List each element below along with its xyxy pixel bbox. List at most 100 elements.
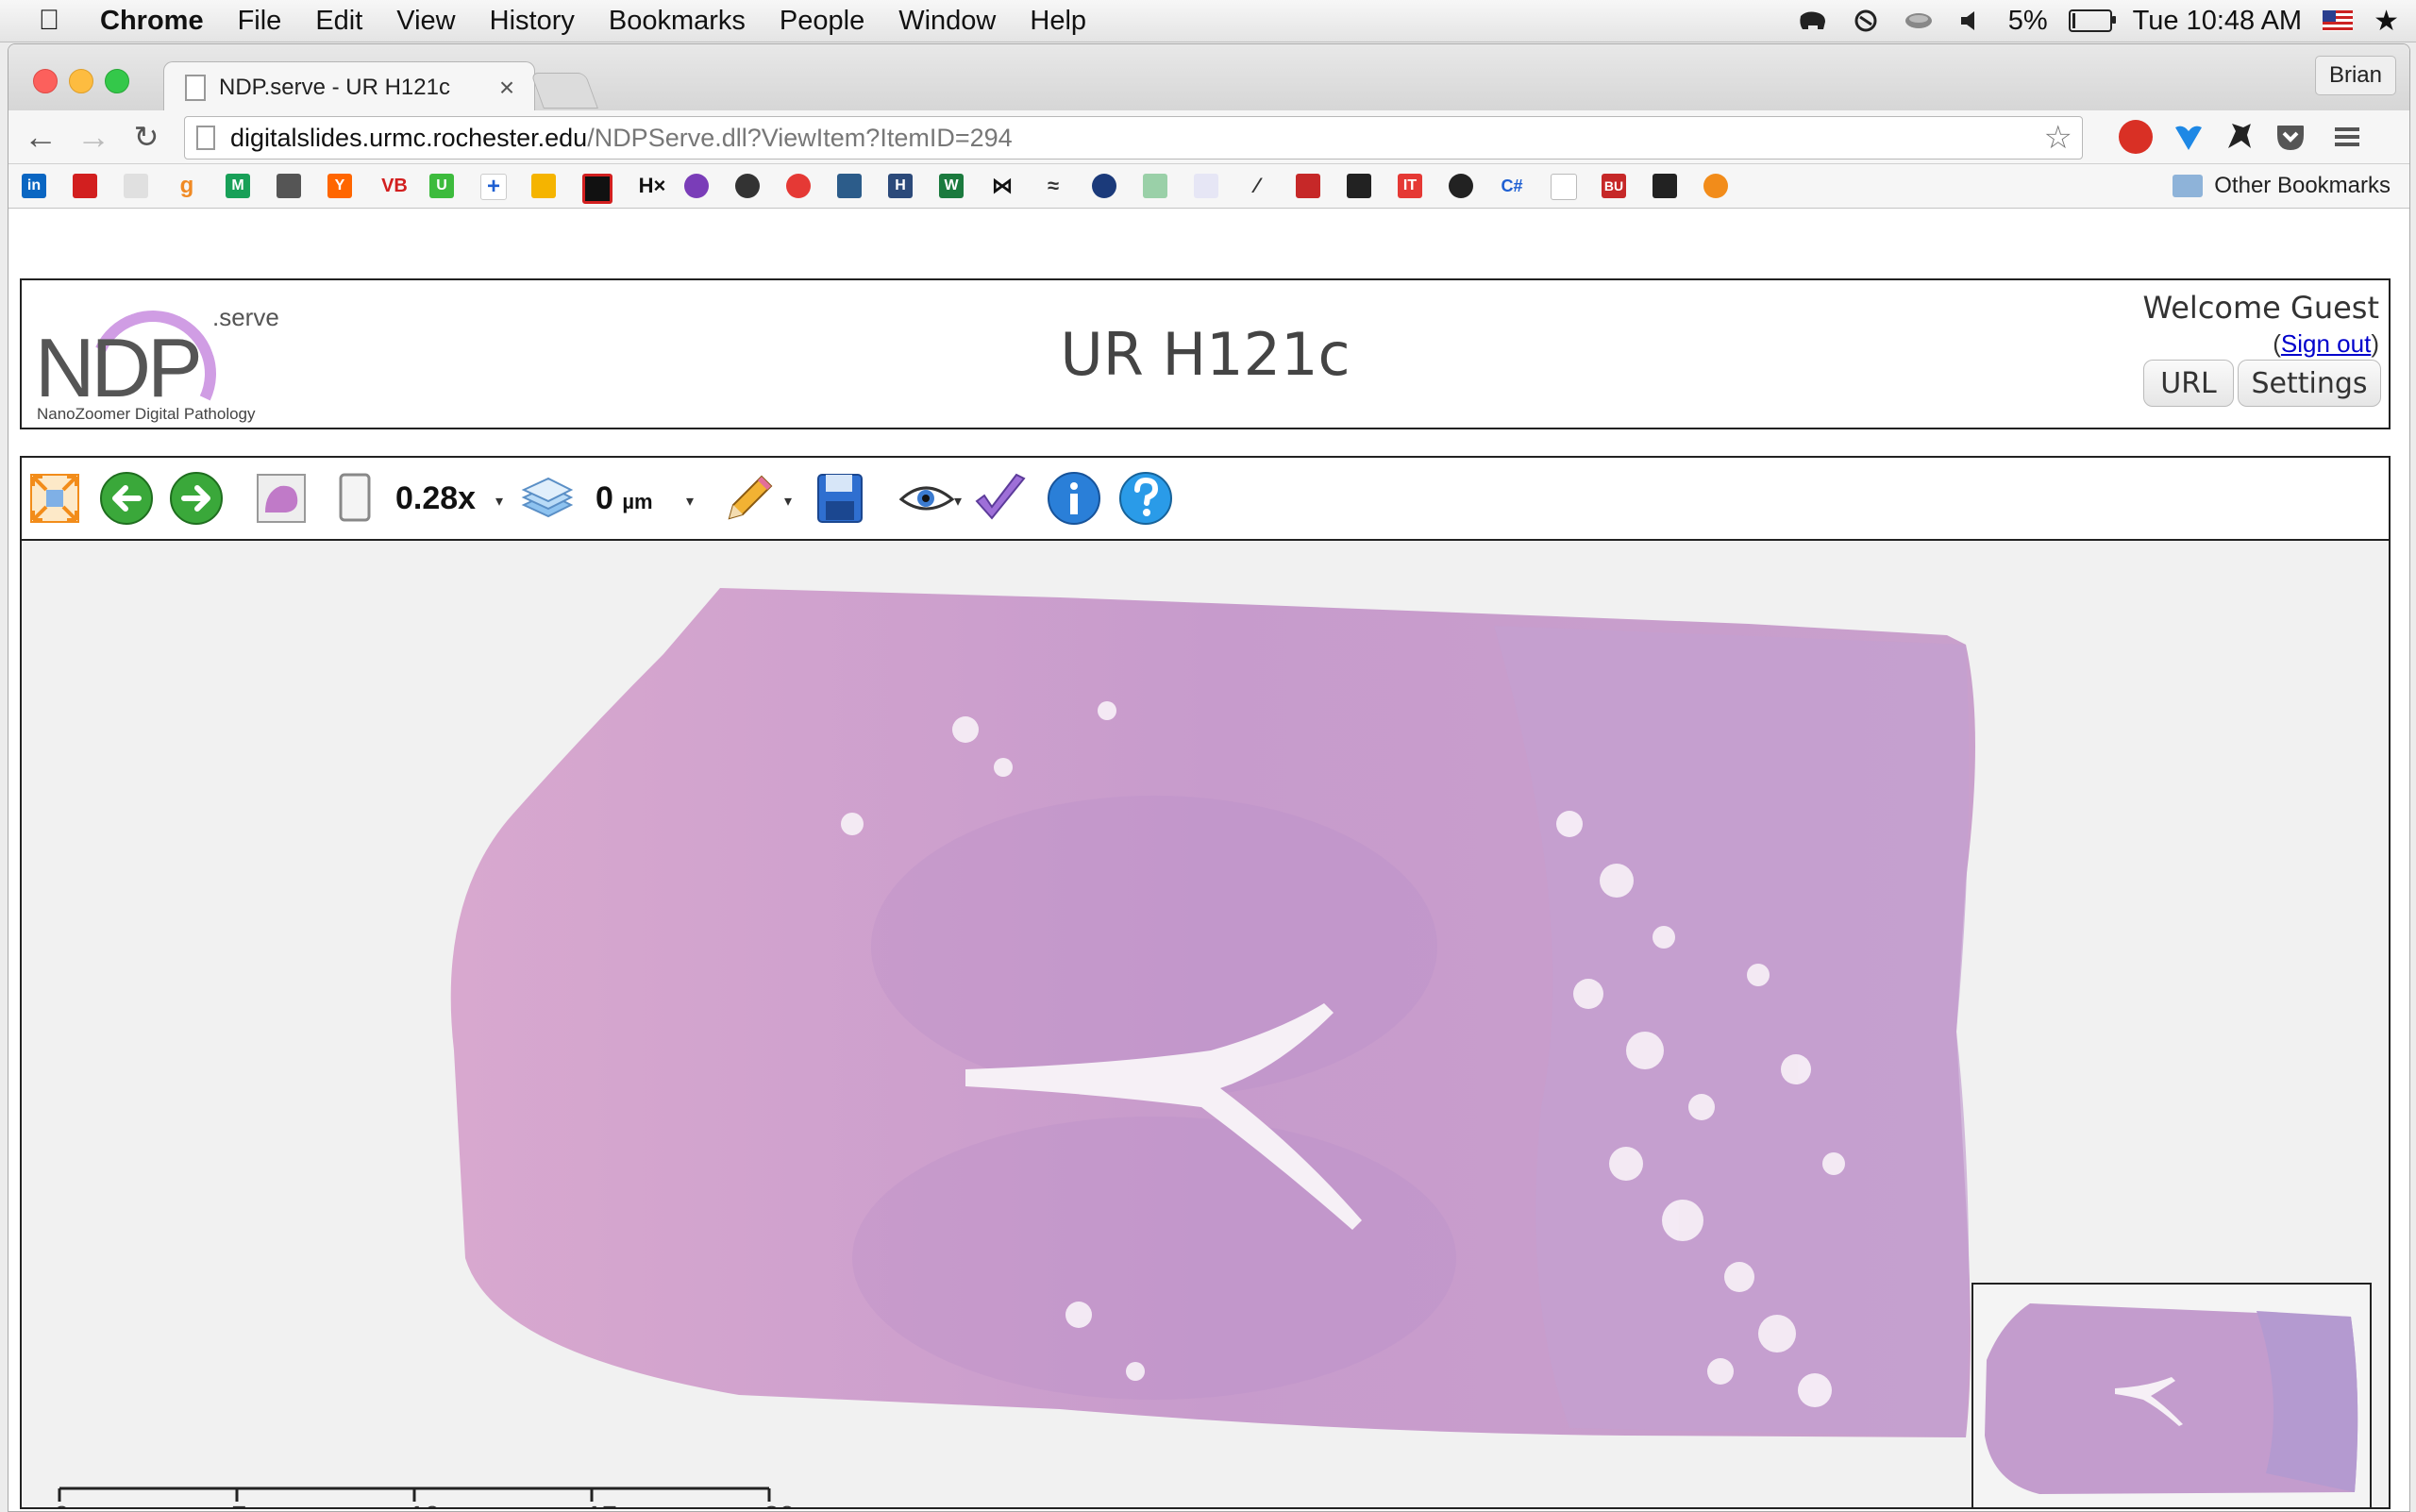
back-arrow-icon[interactable]: ← — [22, 117, 59, 156]
menu-help[interactable]: Help — [1013, 6, 1103, 37]
fit-to-screen-icon[interactable] — [25, 469, 84, 528]
apple-menu-icon[interactable]:  — [21, 5, 77, 37]
bookmark-linkedin-icon[interactable]: in — [22, 174, 46, 198]
bookmark-red-lines-icon[interactable] — [73, 174, 97, 198]
us-flag-input-icon[interactable] — [2323, 10, 2354, 31]
menu-people[interactable]: People — [763, 6, 881, 37]
slide-preview-icon[interactable] — [252, 469, 310, 528]
bookmark-plus-icon[interactable]: + — [480, 174, 507, 200]
battery-percent[interactable]: 5% — [2008, 6, 2048, 37]
overview-thumbnail[interactable] — [1971, 1283, 2372, 1507]
bookmark-dark-card-icon[interactable] — [1347, 174, 1371, 198]
bookmark-blank-page-icon[interactable] — [1551, 174, 1577, 200]
menu-window[interactable]: Window — [881, 6, 1013, 37]
focus-dropdown-caret-icon[interactable]: ▾ — [686, 492, 694, 511]
bookmark-network-icon[interactable] — [1143, 174, 1167, 198]
bookmark-star-icon[interactable]: ☆ — [2044, 119, 2072, 157]
heart-drop-extension-icon[interactable] — [2172, 120, 2206, 154]
pocket-icon[interactable] — [2273, 120, 2307, 154]
annotation-pencil-icon[interactable] — [720, 469, 779, 528]
evernote-elephant-icon[interactable] — [1797, 8, 1829, 33]
tab-close-icon[interactable]: × — [493, 73, 521, 103]
settings-button[interactable]: Settings — [2238, 360, 2381, 407]
bookmark-g-icon[interactable]: g — [175, 173, 199, 198]
focus-layers-icon[interactable] — [518, 469, 577, 528]
menu-bookmarks[interactable]: Bookmarks — [592, 6, 763, 37]
eye-view-icon[interactable] — [898, 469, 956, 528]
eye-dropdown-caret-icon[interactable]: ▾ — [954, 492, 962, 511]
bookmark-helix-icon[interactable] — [1194, 174, 1218, 198]
bookmark-checker-icon[interactable] — [582, 174, 612, 204]
star-menu-icon[interactable]: ★ — [2374, 5, 2399, 38]
bookmark-news-icon[interactable] — [277, 174, 301, 198]
chrome-menu-icon[interactable] — [2330, 120, 2364, 154]
other-bookmarks-label: Other Bookmarks — [2214, 173, 2391, 198]
bookmark-database-icon[interactable] — [837, 174, 862, 198]
browser-window: NDP.serve - UR H121c × Brian ← → ↻ digit… — [8, 43, 2410, 1512]
bookmark-face-icon[interactable] — [1449, 174, 1473, 198]
slide-label-icon[interactable] — [326, 469, 384, 528]
drive-icon[interactable] — [1903, 8, 1935, 33]
page-info-icon[interactable] — [196, 126, 215, 150]
slide-canvas[interactable]: 0 5 10 15 20mm — [22, 541, 2389, 1507]
focus-value[interactable]: 0 µm — [596, 480, 653, 517]
bookmark-dots-icon[interactable] — [684, 174, 709, 198]
bookmark-cross-icon[interactable] — [1653, 174, 1677, 198]
bookmark-hx-icon[interactable]: H× — [633, 174, 671, 198]
minimize-window-button[interactable] — [69, 69, 93, 93]
close-window-button[interactable] — [33, 69, 58, 93]
tissue-upper-lobe — [871, 796, 1437, 1098]
bookmark-bu-icon[interactable]: BU — [1602, 174, 1626, 198]
zoom-level[interactable]: 0.28x — [395, 480, 476, 517]
info-icon[interactable] — [1045, 469, 1103, 528]
focus-unit: µm — [622, 490, 653, 513]
bookmark-orange-hex-icon[interactable] — [1703, 174, 1728, 198]
browser-tab[interactable]: NDP.serve - UR H121c × — [163, 61, 535, 113]
menu-history[interactable]: History — [473, 6, 592, 37]
other-bookmarks-folder[interactable]: Other Bookmarks — [2173, 170, 2391, 202]
focus-number: 0 — [596, 480, 613, 516]
bookmark-tomato-icon[interactable] — [786, 174, 811, 198]
url-button[interactable]: URL — [2143, 360, 2234, 407]
bookmark-hackernews-icon[interactable]: Y — [327, 174, 352, 198]
bookmark-csharp-icon[interactable]: C# — [1500, 174, 1524, 198]
bookmark-bank-icon[interactable] — [124, 174, 148, 198]
address-bar[interactable]: digitalslides.urmc.rochester.edu/NDPServ… — [184, 116, 2083, 160]
bookmark-w-icon[interactable]: W — [939, 174, 964, 198]
checkmark-icon[interactable] — [971, 469, 1030, 528]
menu-view[interactable]: View — [379, 6, 472, 37]
bookmark-h-icon[interactable]: H — [888, 174, 913, 198]
pencil-dropdown-caret-icon[interactable]: ▾ — [784, 492, 792, 511]
forward-arrow-icon[interactable]: → — [75, 117, 112, 156]
new-tab-button[interactable] — [530, 73, 598, 109]
adblock-hand-icon[interactable] — [2119, 120, 2153, 154]
reload-icon[interactable]: ↻ — [127, 118, 165, 156]
profile-button[interactable]: Brian — [2314, 56, 2396, 95]
zoom-window-button[interactable] — [105, 69, 129, 93]
menu-app-name[interactable]: Chrome — [77, 6, 221, 37]
bookmark-it-icon[interactable]: IT — [1398, 174, 1422, 198]
bookmark-wave-icon[interactable]: ≈ — [1041, 174, 1065, 198]
volume-icon[interactable] — [1955, 8, 1988, 33]
sync-circle-icon[interactable] — [1850, 8, 1882, 33]
menu-file[interactable]: File — [221, 6, 299, 37]
bookmark-lines-icon[interactable]: ⁄ — [1245, 174, 1269, 198]
bookmark-chart-icon[interactable] — [1296, 174, 1320, 198]
help-question-icon[interactable] — [1116, 469, 1175, 528]
bookmark-u-icon[interactable]: U — [429, 174, 454, 198]
bookmark-colorwheel-icon[interactable] — [531, 174, 556, 198]
menu-clock[interactable]: Tue 10:48 AM — [2133, 6, 2302, 37]
previous-arrow-icon[interactable] — [97, 469, 156, 528]
bookmark-bowtie-icon[interactable]: ⋈ — [990, 174, 1015, 198]
next-arrow-icon[interactable] — [167, 469, 226, 528]
zoom-dropdown-caret-icon[interactable]: ▾ — [495, 492, 503, 511]
bookmark-app-circle-icon[interactable] — [735, 174, 760, 198]
sign-out-link[interactable]: Sign out — [2281, 329, 2371, 358]
save-disk-icon[interactable] — [811, 469, 869, 528]
bookmark-m-icon[interactable]: M — [226, 174, 250, 198]
menu-edit[interactable]: Edit — [298, 6, 379, 37]
battery-icon[interactable] — [2068, 9, 2116, 32]
bookmark-octopus-icon[interactable] — [1092, 174, 1116, 198]
dark-figure-extension-icon[interactable] — [2223, 120, 2257, 154]
bookmark-vb-icon[interactable]: VB — [378, 174, 411, 198]
